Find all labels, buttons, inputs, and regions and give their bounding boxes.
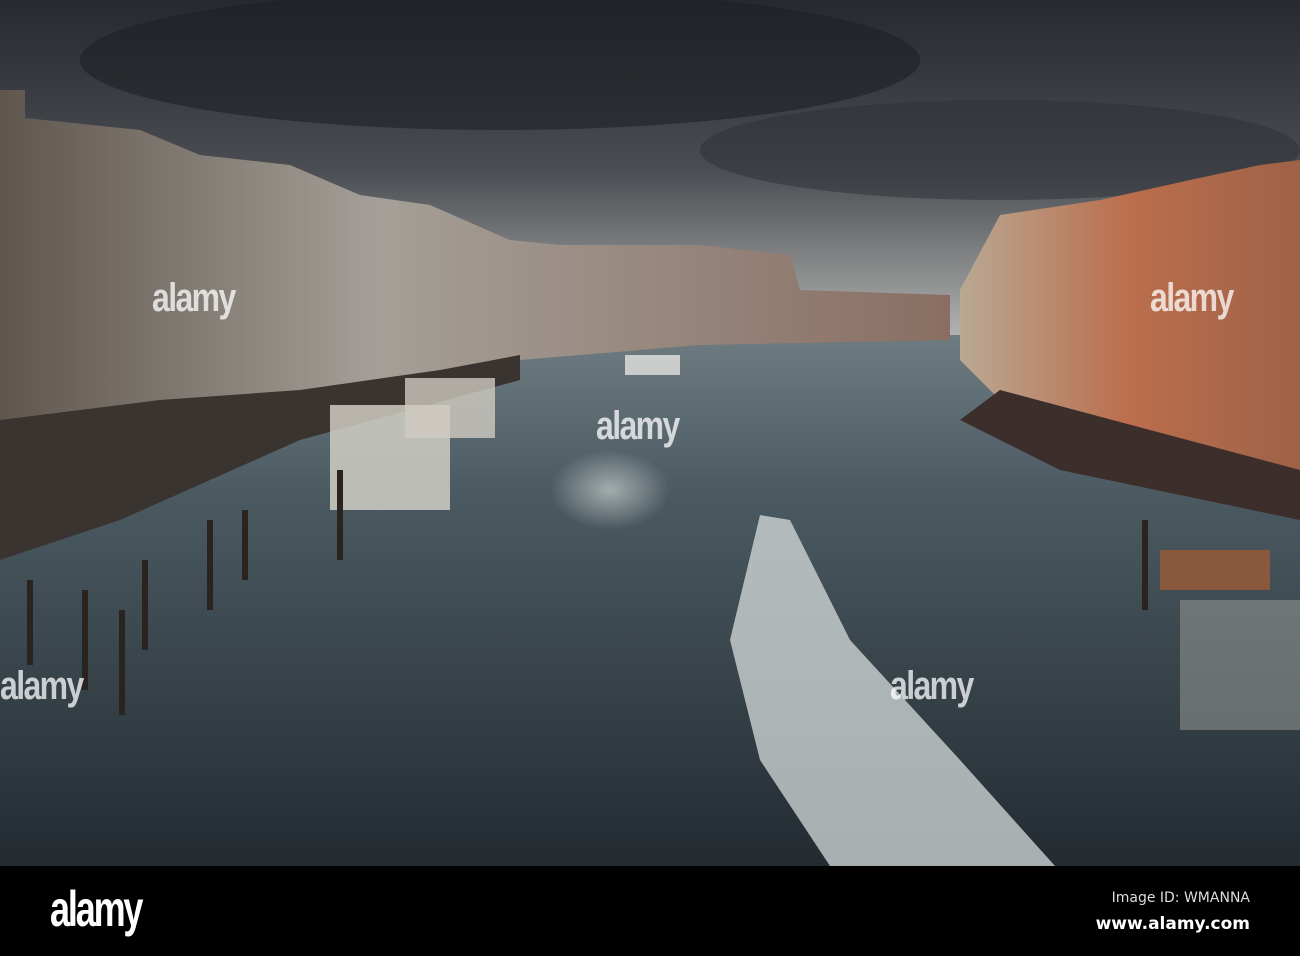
watermark: alamy: [890, 664, 974, 708]
watermark: alamy: [152, 276, 236, 320]
watermark: alamy: [1150, 276, 1234, 320]
watermark: alamy: [0, 664, 84, 708]
footer-bar: alamy Image ID: WMANNA www.alamy.com: [0, 866, 1300, 956]
image-id: Image ID: WMANNA: [1111, 890, 1250, 906]
website-link: www.alamy.com: [1095, 914, 1250, 934]
watermark: alamy: [596, 404, 680, 448]
alamy-logo: alamy: [50, 881, 143, 937]
